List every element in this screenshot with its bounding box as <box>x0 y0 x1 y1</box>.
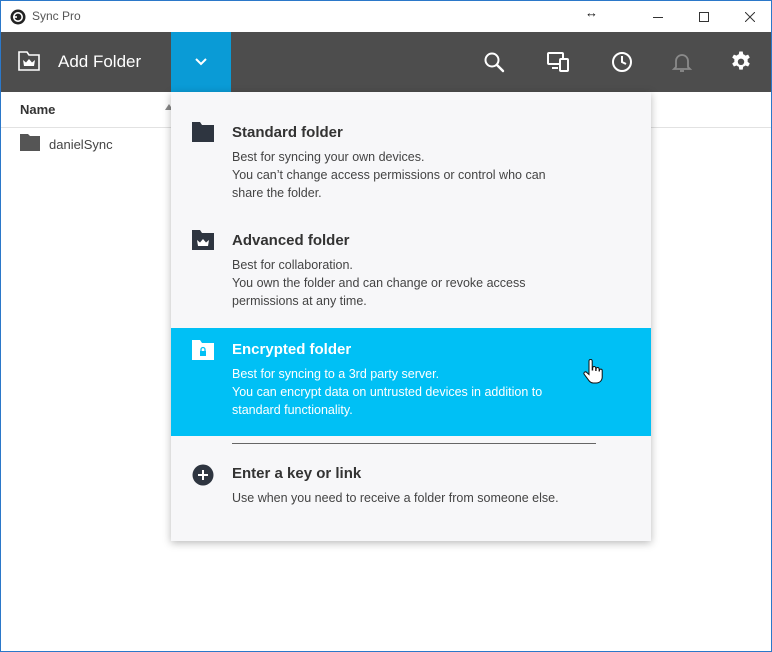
menu-item-title: Standard folder <box>232 124 343 141</box>
search-icon[interactable] <box>482 50 506 74</box>
maximize-icon <box>699 11 709 22</box>
chevron-down-icon <box>195 58 207 66</box>
menu-item-title: Advanced folder <box>232 232 350 249</box>
close-button[interactable] <box>727 1 772 32</box>
notifications-icon[interactable] <box>670 50 694 74</box>
menu-item-description: Best for collaboration. You own the fold… <box>232 258 526 308</box>
resize-cursor-icon: ↔ <box>585 5 598 20</box>
sync-logo-icon <box>10 9 26 25</box>
menu-divider <box>232 443 596 444</box>
menu-item-enter-key-or-link[interactable]: Enter a key or link Use when you need to… <box>171 450 651 520</box>
add-folder-dropdown-toggle[interactable] <box>171 32 231 92</box>
add-folder-menu: Standard folder Best for syncing your ow… <box>171 92 651 541</box>
menu-item-description: Use when you need to receive a folder fr… <box>232 491 559 505</box>
settings-icon[interactable] <box>729 50 753 74</box>
menu-item-description: Best for syncing to a 3rd party server. … <box>232 367 543 417</box>
menu-item-description: Best for syncing your own devices. You c… <box>232 150 546 200</box>
column-header-name[interactable]: Name <box>20 102 55 117</box>
encrypted-folder-lock-icon <box>192 340 214 360</box>
add-folder-label: Add Folder <box>58 52 142 71</box>
close-icon <box>745 11 755 22</box>
minimize-icon <box>653 16 663 18</box>
plus-circle-icon <box>192 464 214 486</box>
menu-item-title: Encrypted folder <box>232 341 352 358</box>
advanced-folder-crown-icon <box>192 230 214 250</box>
maximize-button[interactable] <box>681 1 727 32</box>
window-title: Sync Pro <box>32 9 81 23</box>
hand-pointer-cursor-icon <box>583 359 603 384</box>
menu-item-standard-folder[interactable]: Standard folder Best for syncing your ow… <box>171 112 651 212</box>
folder-name: danielSync <box>49 137 113 152</box>
add-folder-button[interactable]: Add Folder <box>1 32 171 92</box>
menu-item-encrypted-folder[interactable]: Encrypted folder Best for syncing to a 3… <box>171 328 651 436</box>
folder-crown-icon <box>18 51 40 71</box>
history-icon[interactable] <box>610 50 634 74</box>
title-bar: Sync Pro ↔ <box>1 1 771 32</box>
toolbar: Add Folder <box>1 32 771 92</box>
menu-item-advanced-folder[interactable]: Advanced folder Best for collaboration. … <box>171 220 651 320</box>
app-window: Sync Pro ↔ Add Folder Name danielSync St… <box>0 0 772 652</box>
devices-icon[interactable] <box>546 50 570 74</box>
standard-folder-icon <box>192 122 214 142</box>
folder-icon <box>20 134 40 151</box>
menu-item-title: Enter a key or link <box>232 465 362 482</box>
minimize-button[interactable] <box>635 1 681 32</box>
